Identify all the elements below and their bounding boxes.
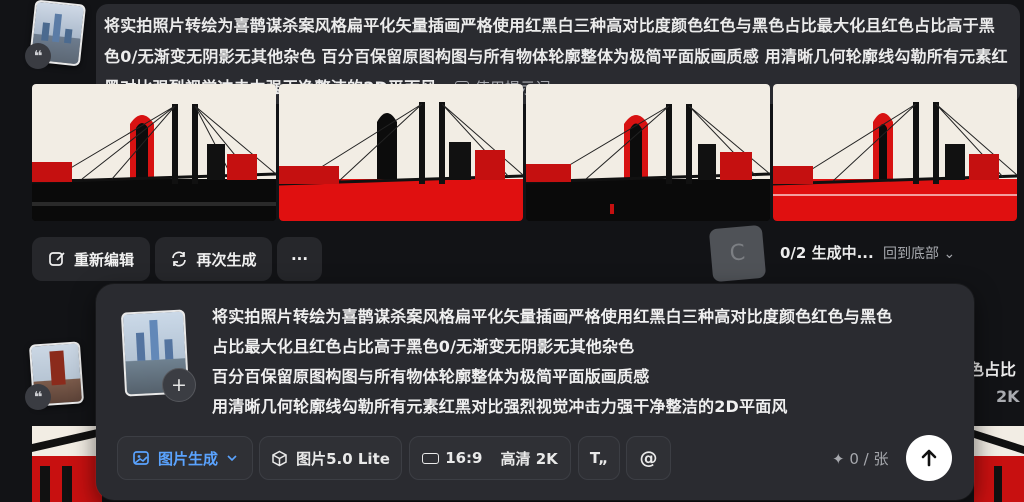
mention-icon: @ bbox=[639, 447, 658, 469]
red-black-city-illustration bbox=[526, 84, 770, 221]
refresh-icon bbox=[172, 251, 187, 267]
generated-image-2[interactable] bbox=[279, 84, 523, 221]
model-select[interactable]: 图片5.0 Lite bbox=[259, 436, 402, 480]
generation-status: C 0/2 生成中... 回到底部 ⌄ bbox=[708, 224, 973, 283]
mode-select[interactable]: 图片生成 bbox=[117, 436, 253, 480]
reedit-label: 重新编辑 bbox=[73, 250, 134, 269]
cube-icon bbox=[272, 450, 287, 466]
red-architecture-illustration bbox=[32, 426, 102, 502]
reference-building bbox=[135, 332, 146, 361]
thumbnail-building bbox=[52, 13, 62, 43]
text-style-button[interactable]: T„ bbox=[578, 436, 620, 480]
chevron-down-icon bbox=[227, 455, 237, 462]
prompt-composer: + 将实拍照片转绘为喜鹊谋杀案风格扁平化矢量插画严格使用红黑白三种高对比度颜色红… bbox=[96, 284, 974, 500]
generated-image-row2-right[interactable] bbox=[974, 426, 1024, 502]
prompt-line: 将实拍照片转绘为喜鹊谋杀案风格扁平化矢量插画严格使用红黑白三种高对比度颜色红色与… bbox=[212, 307, 893, 326]
prompt-line: 用清晰几何轮廓线勾勒所有元素红黑对比强烈视觉冲击力强干净整洁的2D平面风 bbox=[212, 397, 788, 416]
send-button[interactable] bbox=[906, 435, 952, 481]
aspect-ratio-icon bbox=[422, 452, 440, 464]
generated-image-3[interactable] bbox=[526, 84, 770, 221]
credit-text: 0 / 张 bbox=[849, 450, 889, 468]
image-gen-icon bbox=[133, 451, 149, 465]
red-architecture-illustration bbox=[974, 426, 1024, 502]
credit-cost: ✦ 0 / 张 bbox=[832, 448, 889, 469]
history-prompt-fragment: 色占比 bbox=[968, 360, 1017, 379]
chevron-down-icon: ⌄ bbox=[943, 246, 956, 262]
ratio-quality-select[interactable]: 16:9 高清 2K bbox=[409, 436, 571, 480]
quote-icon: ❝ bbox=[25, 384, 51, 410]
add-reference-button[interactable]: + bbox=[162, 368, 196, 402]
history-quality-badge: 2K bbox=[996, 387, 1020, 406]
reference-building bbox=[149, 319, 160, 361]
reference-building bbox=[164, 339, 174, 360]
ratio-label: 16:9 bbox=[445, 449, 483, 467]
quality-label: 高清 2K bbox=[500, 449, 558, 468]
sparkle-icon: ✦ bbox=[832, 450, 845, 468]
prompt-line: 占比最大化且红色占比高于黑色0/无渐变无阴影无其他杂色 bbox=[212, 337, 635, 356]
red-black-city-illustration bbox=[32, 84, 276, 221]
generated-image-1[interactable] bbox=[32, 84, 276, 221]
pagoda-shape bbox=[49, 350, 66, 386]
reedit-button[interactable]: 重新编辑 bbox=[32, 237, 150, 281]
quote-icon: ❝ bbox=[25, 43, 51, 69]
red-black-city-illustration bbox=[773, 84, 1017, 221]
more-icon: ··· bbox=[290, 250, 309, 268]
progress-text: 0/2 生成中... bbox=[780, 244, 874, 262]
regenerate-label: 再次生成 bbox=[196, 250, 257, 269]
edit-icon bbox=[49, 252, 65, 266]
mode-label: 图片生成 bbox=[157, 449, 218, 468]
text-style-icon: T„ bbox=[589, 449, 609, 467]
loading-placeholder-icon: C bbox=[708, 224, 767, 283]
thumbnail-building bbox=[64, 28, 73, 44]
thumbnail-building bbox=[41, 22, 50, 42]
plus-icon: + bbox=[171, 374, 187, 396]
model-label: 图片5.0 Lite bbox=[296, 449, 390, 468]
generated-image-row2-left[interactable] bbox=[32, 426, 102, 502]
generated-image-4[interactable] bbox=[773, 84, 1017, 221]
more-options-button[interactable]: ··· bbox=[277, 237, 322, 281]
arrow-up-icon bbox=[921, 449, 937, 467]
prompt-line: 百分百保留原图构图与所有物体轮廓整体为极简平面版画质感 bbox=[212, 367, 650, 386]
mention-button[interactable]: @ bbox=[626, 436, 671, 480]
composer-prompt-input[interactable]: 将实拍照片转绘为喜鹊谋杀案风格扁平化矢量插画严格使用红黑白三种高对比度颜色红色与… bbox=[212, 302, 962, 422]
back-to-bottom-label: 回到底部 bbox=[883, 246, 939, 262]
regenerate-button[interactable]: 再次生成 bbox=[155, 237, 272, 281]
back-to-bottom-button[interactable]: 回到底部 ⌄ bbox=[883, 243, 955, 263]
red-black-city-illustration bbox=[279, 84, 523, 221]
ratio-group: 16:9 bbox=[422, 449, 483, 467]
